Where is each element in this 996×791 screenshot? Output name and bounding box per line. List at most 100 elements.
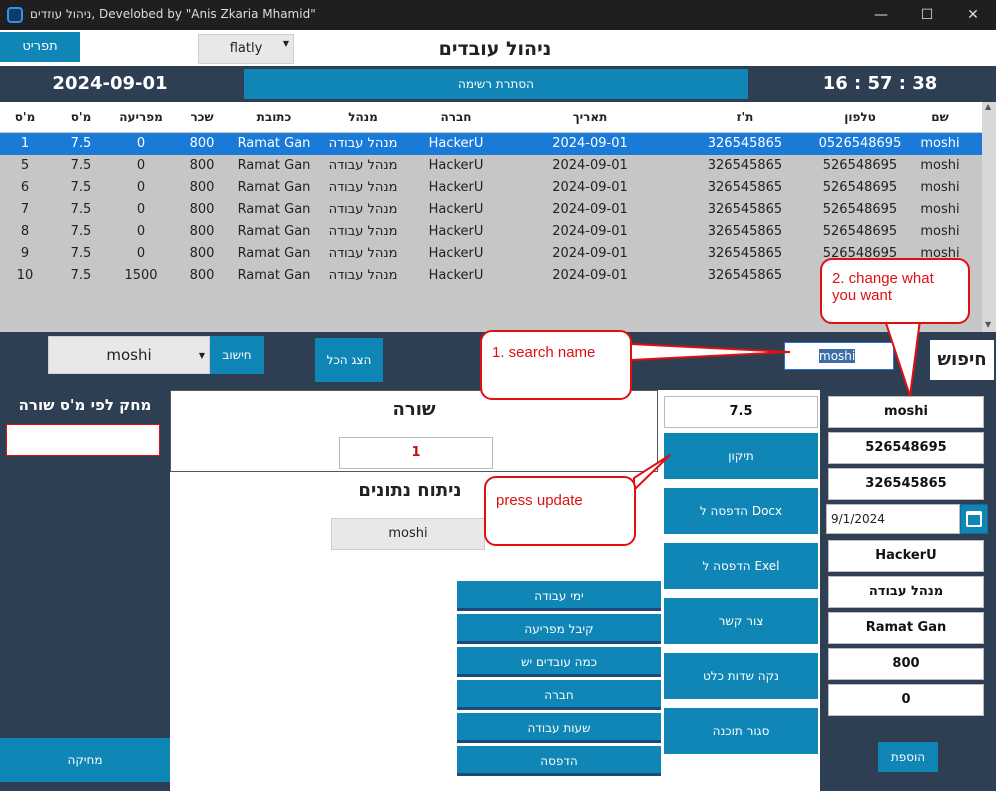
name-field[interactable]: moshi (828, 396, 984, 428)
table-row[interactable]: 7 7.5 0 800 Ramat Gan מנהל עבודה HackerU 2024-0… (0, 199, 982, 221)
table-cell: 8 (20, 224, 30, 239)
table-cell: HackerU (428, 158, 484, 173)
analysis-button[interactable]: קיבל מפריעה (457, 614, 661, 644)
table-cell: Ramat Gan (237, 268, 311, 283)
table-row[interactable]: 1 7.5 0 800 Ramat Gan מנהל עבודה HackerU 2024-0… (0, 133, 982, 155)
table-cell: 1500 (124, 268, 158, 283)
calendar-icon[interactable] (960, 504, 988, 534)
phone-field[interactable]: 526548695 (828, 432, 984, 464)
clear-fields-button[interactable]: נקה שדות כלט (664, 653, 818, 699)
date-field[interactable]: 9/1/2024 (826, 504, 960, 534)
column-header[interactable]: מ'ס שורה (0, 102, 50, 154)
table-cell: Ramat Gan (237, 180, 311, 195)
table-cell: HackerU (428, 180, 484, 195)
table-cell: 800 (189, 136, 215, 151)
column-header[interactable]: כתובת (236, 102, 312, 132)
table-row[interactable]: 8 7.5 0 800 Ramat Gan מנהל עבודה HackerU 2024-0… (0, 221, 982, 243)
table-cell: מנהל עבודה (328, 224, 398, 239)
column-header[interactable]: שכר (182, 102, 222, 132)
date-display: 2024-09-01 (52, 73, 168, 94)
change-callout: 2. change what you want (820, 258, 970, 324)
analysis-title: ניתוח נתונים (358, 480, 462, 501)
table-scrollbar[interactable]: ▲ ▼ (982, 102, 996, 332)
table-cell: מנהל עבודה (328, 158, 398, 173)
table-cell: מנהל עבודה (328, 202, 398, 217)
table-cell: 9 (20, 246, 30, 261)
chevron-down-icon: ▼ (198, 351, 205, 360)
address-field[interactable]: Ramat Gan (828, 612, 984, 644)
scroll-up-icon[interactable]: ▲ (985, 102, 991, 111)
close-app-button[interactable]: סגור תוכנה (664, 708, 818, 754)
analysis-button[interactable]: ימי עבודה (457, 581, 661, 611)
column-header[interactable]: שם (900, 102, 980, 132)
column-header[interactable]: טלפון (805, 102, 915, 132)
table-cell: 0 (136, 180, 146, 195)
table-cell: 6 (20, 180, 30, 195)
scroll-down-icon[interactable]: ▼ (985, 320, 991, 329)
delete-row-input[interactable] (6, 424, 160, 456)
contact-button[interactable]: צור קשר (664, 598, 818, 644)
analysis-button[interactable]: שעות עבודה (457, 713, 661, 743)
theme-select[interactable]: flatly ▼ (198, 34, 294, 64)
update-button[interactable]: תיקון (664, 433, 818, 479)
analysis-select[interactable]: moshi (331, 518, 485, 550)
update-callout: press update (484, 476, 636, 546)
manager-field[interactable]: מנהל עבודה (828, 576, 984, 608)
analysis-button[interactable]: הדפסה (457, 746, 661, 776)
column-header[interactable]: חברה (416, 102, 496, 132)
hide-list-button[interactable]: הסתרת רשימה (244, 69, 748, 99)
column-header[interactable]: מנהל (318, 102, 408, 132)
close-window-button[interactable]: ✕ (950, 0, 996, 30)
table-row[interactable]: 5 7.5 0 800 Ramat Gan מנהל עבודה HackerU 2024-0… (0, 155, 982, 177)
clock-display: 16 : 57 : 38 (822, 73, 938, 94)
delete-button[interactable]: מחיקה (0, 738, 170, 782)
table-cell: 7.5 (70, 224, 92, 239)
table-cell: 526548695 (822, 158, 898, 173)
analysis-button[interactable]: חברה (457, 680, 661, 710)
page-title: ניהול עובדים (438, 38, 552, 60)
table-cell: 800 (189, 268, 215, 283)
add-button[interactable]: הוספת (878, 742, 938, 772)
table-cell: Ramat Gan (237, 158, 311, 173)
table-cell: 326545865 (707, 246, 783, 261)
menu-button[interactable]: תפריט (0, 32, 80, 62)
column-header[interactable]: תאריך (520, 102, 660, 132)
table-cell: 7 (20, 202, 30, 217)
menu-bar: תפריט flatly ▼ ניהול עובדים (0, 30, 996, 66)
table-cell: 1 (20, 136, 30, 151)
search-input[interactable]: moshi (784, 342, 894, 370)
table-cell: 2024-09-01 (552, 224, 628, 239)
row-panel: שורה 1 (170, 390, 658, 472)
calc-button[interactable]: חישוב (210, 336, 264, 374)
advance-field[interactable]: 0 (828, 684, 984, 716)
table-cell: moshi (920, 180, 960, 195)
table-cell: מנהל עבודה (328, 246, 398, 261)
table-row[interactable]: 6 7.5 0 800 Ramat Gan מנהל עבודה HackerU 2024-0… (0, 177, 982, 199)
column-header[interactable]: מ'ס שעות (58, 102, 104, 154)
print-excel-button[interactable]: הדפסה ל Exel (664, 543, 818, 589)
table-cell: moshi (920, 202, 960, 217)
name-select[interactable]: moshi ▼ (48, 336, 210, 374)
id-field[interactable]: 326545865 (828, 468, 984, 500)
table-cell: 7.5 (70, 246, 92, 261)
print-docx-button[interactable]: הדפסה ל Docx (664, 488, 818, 534)
maximize-button[interactable]: ☐ (904, 0, 950, 30)
company-field[interactable]: HackerU (828, 540, 984, 572)
table-cell: HackerU (428, 136, 484, 151)
minimize-button[interactable]: — (858, 0, 904, 30)
search-label: חיפוש (930, 340, 994, 380)
hours-field[interactable]: 7.5 (664, 396, 818, 428)
table-cell: 800 (189, 180, 215, 195)
column-header[interactable]: ת'ז (690, 102, 800, 132)
table-cell: 2024-09-01 (552, 268, 628, 283)
table-cell: 326545865 (707, 136, 783, 151)
table-cell: HackerU (428, 224, 484, 239)
column-header[interactable]: מפריעה (110, 102, 172, 132)
salary-field[interactable]: 800 (828, 648, 984, 680)
row-number-input[interactable]: 1 (339, 437, 493, 469)
delete-panel: מחק לפי מ'ס שורה מחיקה (0, 390, 170, 791)
table-cell: 0 (136, 202, 146, 217)
analysis-button[interactable]: כמה עובדים יש (457, 647, 661, 677)
table-cell: 5 (20, 158, 30, 173)
show-all-button[interactable]: הצג הכל (315, 338, 383, 382)
